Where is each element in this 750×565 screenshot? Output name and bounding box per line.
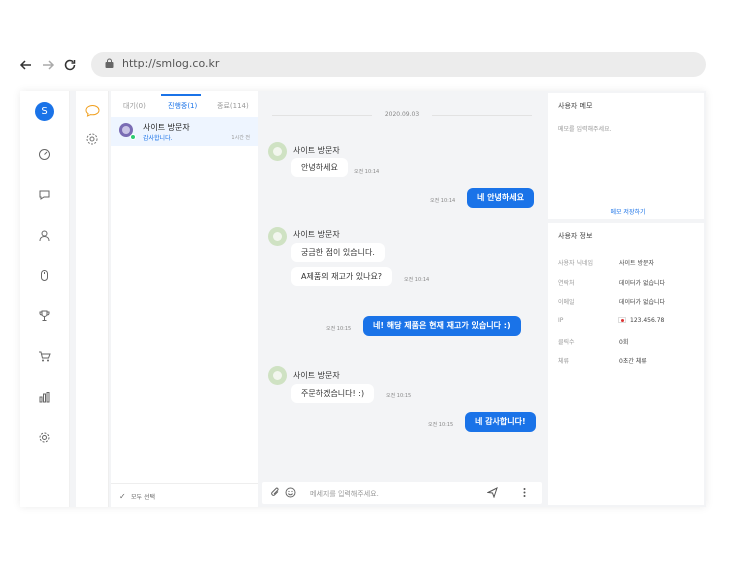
info-label: 이메일 (558, 299, 575, 306)
account-avatar[interactable]: S (35, 102, 54, 121)
emoji-icon[interactable] (285, 487, 296, 498)
info-label: 클릭수 (558, 339, 575, 346)
cart-icon[interactable] (38, 350, 51, 363)
app-window: S 대기(0) 진행중(1) 종료(114) 사이트 방문자 감사합니다. 1시… (20, 91, 706, 507)
message-time: 오전 10:15 (386, 393, 412, 399)
save-memo-button[interactable]: 메모 저장하기 (548, 207, 708, 216)
forward-icon[interactable] (40, 57, 56, 73)
select-all-button[interactable]: 모두 선택 (131, 492, 155, 501)
visitor-details: 사용자 메모 메모를 입력해주세요. 메모 저장하기 사용자 정보 사용자 닉네… (546, 91, 706, 507)
main-nav: S (20, 91, 70, 507)
user-info-title: 사용자 정보 (558, 232, 593, 240)
info-label: 체류 (558, 358, 570, 365)
conversation-list: 대기(0) 진행중(1) 종료(114) 사이트 방문자 감사합니다. 1시간 … (111, 91, 258, 507)
info-value: 0회 (619, 339, 629, 346)
info-value: 123.456.78 (630, 317, 665, 324)
chat-bubble-icon[interactable] (85, 104, 100, 117)
message-bubble-outgoing: 네 안녕하세요 (467, 188, 534, 208)
check-icon[interactable]: ✓ (119, 492, 126, 501)
message-time: 오전 10:14 (404, 277, 430, 283)
bar-chart-icon[interactable] (38, 391, 51, 404)
message-time: 오전 10:14 (354, 169, 380, 175)
info-value: 사이트 방문자 (619, 260, 655, 267)
sender-name: 사이트 방문자 (293, 146, 340, 155)
attach-icon[interactable] (270, 487, 281, 498)
message-time: 오전 10:15 (326, 326, 352, 332)
sender-name: 사이트 방문자 (293, 371, 340, 380)
active-tab-indicator (161, 94, 201, 96)
users-icon[interactable] (38, 229, 51, 242)
info-value: 데이터가 없습니다 (619, 280, 666, 287)
message-input[interactable]: 메세지를 입력해주세요. (310, 489, 379, 499)
list-item[interactable]: 사이트 방문자 감사합니다. 1시간 전 (111, 117, 258, 146)
memo-card: 사용자 메모 메모를 입력해주세요. 메모 저장하기 (548, 93, 704, 219)
message-bubble-incoming: A제품의 재고가 있나요? (291, 267, 393, 286)
memo-title: 사용자 메모 (558, 102, 593, 110)
list-item-name: 사이트 방문자 (143, 123, 190, 132)
sender-name: 사이트 방문자 (293, 230, 340, 239)
message-time: 오전 10:15 (428, 422, 454, 428)
info-label: 사용자 닉네임 (558, 260, 594, 267)
info-label: 연락처 (558, 280, 575, 287)
settings-icon[interactable] (38, 431, 51, 444)
message-bubble-incoming: 궁금한 점이 있습니다. (291, 243, 385, 262)
visitor-avatar (268, 366, 287, 385)
user-info-card: 사용자 정보 사용자 닉네임 사이트 방문자 연락처 데이터가 없습니다 이메일… (548, 223, 704, 505)
list-footer: ✓ 모두 선택 (111, 483, 258, 507)
trophy-icon[interactable] (38, 309, 51, 322)
back-icon[interactable] (18, 57, 34, 73)
message-time: 오전 10:14 (430, 198, 456, 204)
reload-icon[interactable] (62, 57, 78, 73)
chat-icon[interactable] (38, 188, 51, 201)
list-item-last-message: 감사합니다. (143, 135, 173, 142)
visitor-avatar (268, 142, 287, 161)
message-bubble-outgoing: 네 감사합니다! (465, 412, 536, 432)
tab-waiting[interactable]: 대기(0) (123, 101, 146, 111)
memo-input[interactable]: 메모를 입력해주세요. (558, 124, 612, 133)
gear-icon[interactable] (85, 132, 99, 146)
message-bubble-incoming: 주문하겠습니다! :) (291, 384, 375, 403)
flag-icon (618, 317, 626, 323)
list-item-time: 1시간 전 (231, 135, 250, 141)
message-bubble-incoming: 안녕하세요 (291, 158, 348, 177)
section-tabs (76, 91, 109, 507)
mouse-icon[interactable] (38, 269, 51, 282)
tab-closed[interactable]: 종료(114) (217, 101, 249, 111)
tab-in-progress[interactable]: 진행중(1) (168, 101, 197, 111)
date-separator: 2020.09.03 (258, 111, 546, 118)
chat-thread: 2020.09.03 사이트 방문자 안녕하세요 오전 10:14 오전 10:… (258, 91, 546, 507)
message-composer[interactable]: 메세지를 입력해주세요. (262, 482, 542, 504)
info-value: 데이터가 없습니다 (619, 299, 666, 306)
lock-icon (105, 58, 114, 68)
info-label: IP (558, 317, 564, 324)
visitor-avatar (268, 227, 287, 246)
more-options-icon[interactable] (519, 487, 530, 498)
online-status-dot (130, 134, 136, 140)
url-text[interactable]: http://smlog.co.kr (122, 57, 219, 70)
message-bubble-outgoing: 네! 해당 제품은 현재 재고가 있습니다 :) (363, 316, 521, 336)
dashboard-icon[interactable] (38, 148, 51, 161)
send-icon[interactable] (487, 487, 498, 498)
info-value: 0초간 체류 (619, 358, 647, 365)
